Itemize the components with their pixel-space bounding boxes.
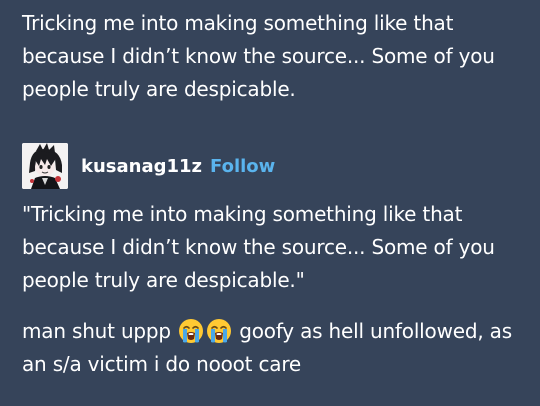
reblog-quote-text: "Tricking me into making something like …	[22, 202, 495, 292]
post-container: Tricking me into making something like t…	[0, 0, 540, 406]
reblog-header: kusanag11z Follow	[22, 143, 275, 189]
reply-text: man shut uppp goofy as hell unfollowed, …	[22, 315, 530, 381]
post-body-text: Tricking me into making something like t…	[22, 11, 495, 101]
follow-button[interactable]: Follow	[210, 156, 275, 177]
loudly-crying-face-icon	[207, 319, 232, 343]
avatar[interactable]	[22, 143, 68, 189]
reblog-username[interactable]: kusanag11z	[81, 156, 202, 177]
loudly-crying-face-icon	[179, 319, 204, 343]
reply-text-before: man shut uppp	[22, 319, 171, 343]
avatar-image	[22, 143, 68, 189]
